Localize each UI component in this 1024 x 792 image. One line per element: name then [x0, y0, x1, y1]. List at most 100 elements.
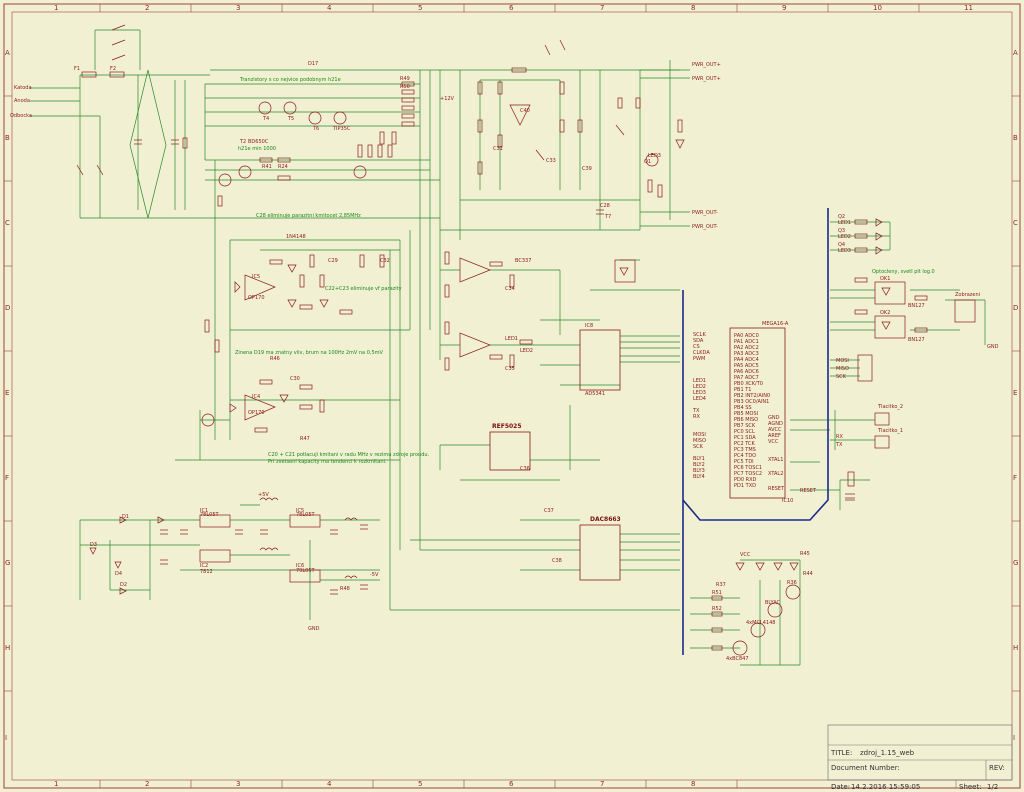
row-label-right-E: E	[1013, 389, 1017, 397]
row-label-D: D	[5, 304, 10, 312]
input-label-anoda: Anoda	[14, 98, 30, 104]
bus-labels-left: SCLK SDA CS CLKDA PWM LED1 LED2 LED3 LED…	[692, 332, 710, 480]
parts	[76, 24, 976, 656]
bus-label-right: LED2	[838, 234, 851, 240]
date-value: 14.2.2016 15:59:05	[851, 783, 920, 791]
row-label-right-A: A	[1013, 49, 1018, 57]
note-h21e: h21e min 1000	[238, 146, 276, 152]
part-label: R37	[716, 582, 726, 588]
mcu-pin: PD1 TXD	[734, 483, 756, 489]
part-label: F2	[110, 66, 116, 72]
part-label: 1N4148	[286, 234, 306, 240]
part-label: Q2	[838, 214, 845, 220]
bus-label-right: SCK	[836, 374, 847, 380]
part-label: BLYAC	[765, 600, 781, 606]
col-label-11: 11	[964, 4, 973, 12]
part-label: 4xMCL4148	[746, 620, 775, 626]
part-label: C37	[544, 508, 554, 514]
net-label-pwr-out-plus-1: PWR_OUT+	[692, 62, 721, 68]
part-label: BD650C	[248, 139, 269, 145]
chip-labels: IC8 AD5341 REF5025 DAC8663 MEGA16-A IC10…	[200, 274, 925, 575]
col-label-bottom-6: 6	[509, 780, 514, 788]
row-labels-left: A B C D E F G H I	[5, 49, 10, 742]
part-label: D17	[308, 61, 318, 67]
col-label-9: 9	[782, 4, 786, 12]
row-label-I: I	[5, 734, 7, 742]
chip-ic5-part: 78L05T	[296, 512, 316, 518]
chip-mega-part: IC10	[782, 498, 793, 504]
chip-ic6-part: 79L05T	[296, 568, 316, 574]
chip-ic8-part: AD5341	[585, 391, 605, 397]
chip-ok2-name: OK2	[880, 310, 890, 316]
row-label-right-F: F	[1013, 474, 1017, 482]
bus-label: BLY4	[693, 474, 705, 480]
net-label-minus-5v: -5V	[370, 572, 379, 578]
note-c28: C28 eliminuje parazitni kmitocet 2,85MHz	[256, 213, 361, 219]
note-c20-c21: C20 + C21 potlacuji kmitani v radu MHz v…	[268, 452, 430, 458]
column-labels-bottom: 1 2 3 4 5 6 7 8	[54, 780, 695, 788]
part-label: D4	[115, 571, 122, 577]
col-label-8: 8	[691, 4, 695, 12]
bus-label-right: MOSI	[836, 358, 849, 364]
net-label-pwr-out-minus-1: PWR_OUT-	[692, 210, 718, 216]
part-label: C32	[380, 258, 390, 264]
col-label-4: 4	[327, 4, 332, 12]
col-label-5: 5	[418, 4, 422, 12]
part-label: C33	[546, 158, 556, 164]
bus-label: RX	[693, 414, 700, 420]
part-label: Q3	[838, 228, 845, 234]
part-label: R36	[787, 580, 797, 586]
part-label: C31	[493, 146, 503, 152]
col-label-bottom-3: 3	[236, 780, 240, 788]
row-label-F: F	[5, 474, 9, 482]
part-label: C29	[328, 258, 338, 264]
col-label-7: 7	[600, 4, 604, 12]
row-label-E: E	[5, 389, 9, 397]
input-labels: Katoda Anoda Odbocka	[10, 85, 32, 119]
bus-label-right: TX	[835, 442, 843, 448]
col-label-bottom-5: 5	[418, 780, 422, 788]
outer-frame	[3, 3, 1021, 789]
part-label: R46	[270, 356, 280, 362]
net-label-pwr-out-minus-2: PWR_OUT-	[692, 224, 718, 230]
sheet-label: Sheet:	[959, 783, 982, 791]
part-label: C28	[600, 203, 610, 209]
doc-number-label: Document Number:	[831, 764, 900, 772]
row-label-B: B	[5, 134, 10, 142]
part-label: C30	[290, 376, 300, 382]
note-c22-c23: C22+C23 eliminuje vf parazity	[325, 286, 402, 292]
row-label-C: C	[5, 219, 10, 227]
connector-labels: Tlacitko_2 Tlacitko_1 Zobrazeni GND	[877, 292, 999, 434]
col-label-2: 2	[145, 4, 149, 12]
col-label-bottom-2: 2	[145, 780, 149, 788]
bus-labels-right: LED1 LED2 LED3 MOSI MISO SCK RESET RX TX	[800, 220, 851, 494]
bus-label-right: RESET	[800, 488, 817, 494]
chip-ic4op-name: IC4	[252, 394, 260, 400]
connector-zobrazeni: Zobrazeni	[955, 292, 980, 298]
row-label-right-I: I	[1013, 734, 1015, 742]
row-label-right-B: B	[1013, 134, 1018, 142]
part-label: C35	[505, 366, 515, 372]
part-label: D3	[90, 542, 97, 548]
net-label-vcc: VCC	[740, 552, 751, 558]
part-label: R48	[340, 586, 350, 592]
part-label: BC337	[515, 258, 531, 264]
bus-label-right: MISO	[836, 366, 849, 372]
input-label-katoda: Katoda	[14, 85, 32, 91]
part-label: R24	[278, 164, 288, 170]
mcu-right-pins: GND AGND AVCC AREF VCC XTAL1 XTAL2 RESET	[768, 415, 785, 492]
row-label-H: H	[5, 644, 10, 652]
net-label-5v: +5V	[258, 492, 269, 498]
part-label: R50	[400, 84, 410, 90]
misc-part-labels: F1 F2 T2 BD650C T4 T5 T6 TIP35C D1 D2 D3…	[74, 61, 845, 662]
col-label-10: 10	[873, 4, 882, 12]
sheet-value: 1/2	[987, 783, 998, 791]
mcu-left-pins: PA0 ADC0 PA1 ADC1 PA2 ADC2 PA3 ADC3 PA4 …	[734, 333, 770, 489]
part-label: T6	[312, 126, 319, 132]
mcu-pin-right: XTAL2	[768, 471, 783, 477]
part-label: C36	[520, 466, 530, 472]
row-label-right-G: G	[1013, 559, 1018, 567]
part-label: R52	[712, 606, 722, 612]
chip-ic8-name: IC8	[585, 323, 593, 329]
chip-ic5op-name: IC5	[252, 274, 260, 280]
